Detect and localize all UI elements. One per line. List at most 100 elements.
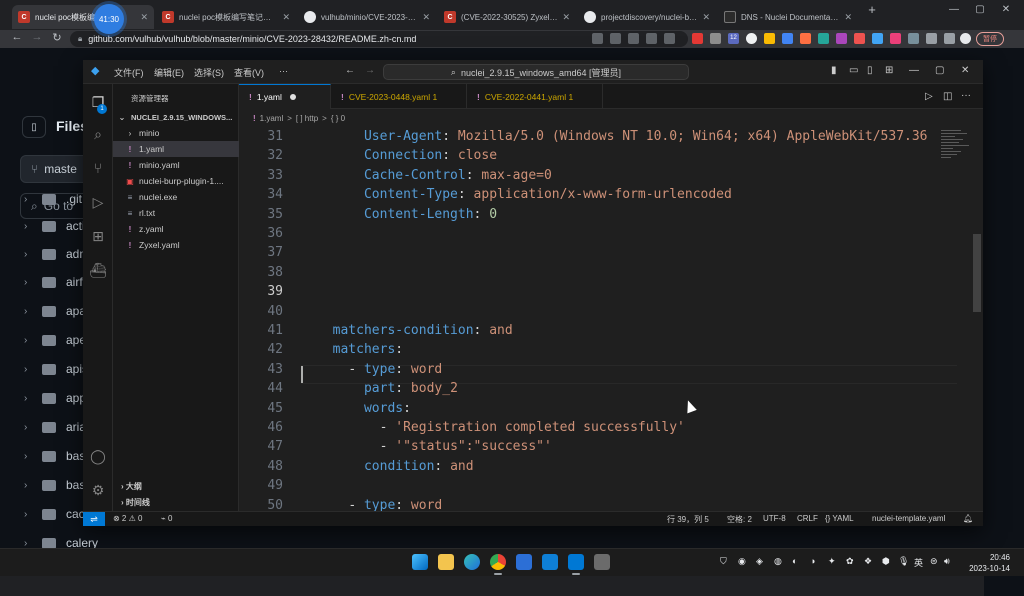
tree-folder[interactable]: › cac <box>24 504 85 524</box>
app-icon[interactable] <box>594 554 610 570</box>
vertical-scrollbar[interactable] <box>973 234 981 312</box>
menu-view[interactable]: 查看(V) <box>234 66 264 79</box>
tree-folder[interactable]: › apa <box>24 301 86 321</box>
tree-folder[interactable]: › .git <box>24 189 82 209</box>
translate-icon[interactable] <box>592 33 603 44</box>
forward-arrow-icon[interactable]: → <box>365 65 375 76</box>
forward-arrow-icon[interactable]: → <box>30 31 44 43</box>
ports-indicator[interactable]: ⌁ 0 <box>161 514 173 523</box>
minimap[interactable] <box>937 126 973 186</box>
ime-indicator[interactable]: 英 <box>914 556 923 569</box>
chrome-icon[interactable] <box>490 554 506 570</box>
menu-selection[interactable]: 选择(S) <box>194 66 224 79</box>
vscode-taskbar-icon[interactable] <box>568 554 584 570</box>
editor-tab[interactable]: ! 1.yaml <box>239 84 331 109</box>
network-icon[interactable]: ⊜ <box>930 556 938 567</box>
close-icon[interactable]: ✕ <box>698 12 710 23</box>
download-icon[interactable] <box>610 33 621 44</box>
menu-file[interactable]: 文件(F) <box>114 66 144 79</box>
browser-tab[interactable]: C (CVE-2022-30525) Zyxel 防 ✕ <box>438 5 576 29</box>
command-center[interactable]: ⌕ nuclei_2.9.15_windows_amd64 [管理员] <box>383 64 689 80</box>
breadcrumb-item[interactable]: { } 0 <box>331 114 345 123</box>
sidebar-toggle-icon[interactable]: ▯ <box>22 116 46 138</box>
tree-folder[interactable]: › acti <box>24 216 85 236</box>
extension-icon[interactable] <box>836 33 847 44</box>
notifications-bell-icon[interactable]: 🔔︎ <box>963 514 973 523</box>
tray-app-icon[interactable]: ◐ <box>792 556 797 566</box>
gear-icon[interactable]: ⚙ <box>88 480 108 500</box>
close-icon[interactable]: ✕ <box>840 12 852 23</box>
back-arrow-icon[interactable]: ← <box>10 31 24 43</box>
tree-folder[interactable]: › aria <box>24 417 86 437</box>
maximize-icon[interactable]: ▢ <box>970 4 990 15</box>
close-icon[interactable]: ✕ <box>558 12 570 23</box>
account-icon[interactable]: ◯ <box>88 446 108 466</box>
tray-app-icon[interactable]: ⬢ <box>882 556 890 567</box>
tray-app-icon[interactable]: ◉ <box>738 556 746 567</box>
extension-badge-icon[interactable]: 12 <box>728 33 739 44</box>
windows-start-icon[interactable] <box>412 554 428 570</box>
new-tab-plus-icon[interactable]: + <box>862 2 882 17</box>
extension-icon[interactable] <box>746 33 757 44</box>
extension-icon[interactable] <box>710 33 721 44</box>
cursor-position[interactable]: 行 39，列 5 <box>667 514 709 525</box>
shield-icon[interactable]: ⛉ <box>720 556 727 567</box>
extension-icon[interactable] <box>764 33 775 44</box>
remote-window-icon[interactable]: ⇌ <box>83 512 105 526</box>
explorer-file-item[interactable]: › minio <box>113 125 239 141</box>
breadcrumb-item[interactable]: 1.yaml <box>260 114 284 123</box>
photos-icon[interactable] <box>516 554 532 570</box>
toggle-secondary-sidebar-icon[interactable]: ▯ <box>867 65 873 76</box>
tray-app-icon[interactable]: ❖ <box>864 556 872 567</box>
tree-folder[interactable]: › ape <box>24 330 86 350</box>
explorer-file-item[interactable]: ≡ nuclei.exe <box>113 189 239 205</box>
tray-app-icon[interactable]: ✦ <box>828 556 836 567</box>
extension-icon[interactable] <box>890 33 901 44</box>
close-window-icon[interactable]: ✕ <box>996 4 1016 15</box>
docker-icon[interactable]: ⛴ <box>88 260 108 280</box>
code-editor[interactable]: 31 User-Agent: Mozilla/5.0 (Windows NT 1… <box>239 126 959 511</box>
microphone-icon[interactable]: 🎙︎ <box>898 556 909 567</box>
explorer-file-item[interactable]: ▣ nuclei-burp-plugin-1.... <box>113 173 239 189</box>
extensions-icon[interactable]: ⊞ <box>88 226 108 246</box>
browser-tab[interactable]: DNS - Nuclei Documentation ✕ <box>718 5 858 29</box>
run-debug-icon[interactable]: ▷ <box>88 192 108 212</box>
tray-app-icon[interactable]: ✿ <box>846 556 854 567</box>
customize-layout-icon[interactable]: ⊞ <box>885 65 893 76</box>
extension-icon[interactable] <box>692 33 703 44</box>
toggle-sidebar-icon[interactable]: ▮ <box>831 65 837 76</box>
close-icon[interactable]: ✕ <box>961 65 969 76</box>
back-arrow-icon[interactable]: ← <box>345 65 355 76</box>
extension-icon[interactable] <box>818 33 829 44</box>
explorer-file-item[interactable]: ! z.yaml <box>113 221 239 237</box>
branch-selector[interactable]: ⑂ maste <box>20 155 90 183</box>
minimize-icon[interactable]: — <box>909 65 919 76</box>
search-icon[interactable]: ⌕ <box>88 124 108 144</box>
side-panel-icon[interactable] <box>944 33 955 44</box>
tree-folder[interactable]: › bas <box>24 475 85 495</box>
breadcrumb-item[interactable]: [ ] http <box>296 114 318 123</box>
unsaved-dot-icon[interactable] <box>289 94 296 100</box>
root-folder[interactable]: ⌄ NUCLEI_2.9.15_WINDOWS... <box>113 109 239 125</box>
edge-icon[interactable] <box>464 554 480 570</box>
source-control-icon[interactable]: ⑂ <box>88 158 108 178</box>
close-icon[interactable]: ✕ <box>418 12 430 23</box>
extension-icon[interactable] <box>854 33 865 44</box>
explorer-file-item[interactable]: ! 1.yaml <box>113 141 239 157</box>
extension-icon[interactable] <box>872 33 883 44</box>
yaml-schema[interactable]: nuclei-template.yaml <box>872 514 945 523</box>
tray-app-icon[interactable]: ◈ <box>756 556 763 567</box>
problems-indicator[interactable]: ⊗ 2 ⚠ 0 <box>113 514 142 523</box>
tree-folder[interactable]: › bas <box>24 446 85 466</box>
outline-section[interactable]: › 大纲 <box>121 481 142 492</box>
share-icon[interactable] <box>628 33 639 44</box>
language-mode[interactable]: {} YAML <box>825 514 854 523</box>
maximize-icon[interactable]: ▢ <box>935 65 944 76</box>
profile-paused-button[interactable]: 暂停 <box>976 32 1004 46</box>
explorer-file-item[interactable]: ≡ rl.txt <box>113 205 239 221</box>
store-icon[interactable] <box>542 554 558 570</box>
extension-icon[interactable] <box>800 33 811 44</box>
browser-tab[interactable]: C nuclei poc模板编写笔记 ✕ <box>12 5 154 29</box>
extension-icon[interactable] <box>908 33 919 44</box>
system-clock[interactable]: 20:46 2023-10-14 <box>958 552 1010 574</box>
